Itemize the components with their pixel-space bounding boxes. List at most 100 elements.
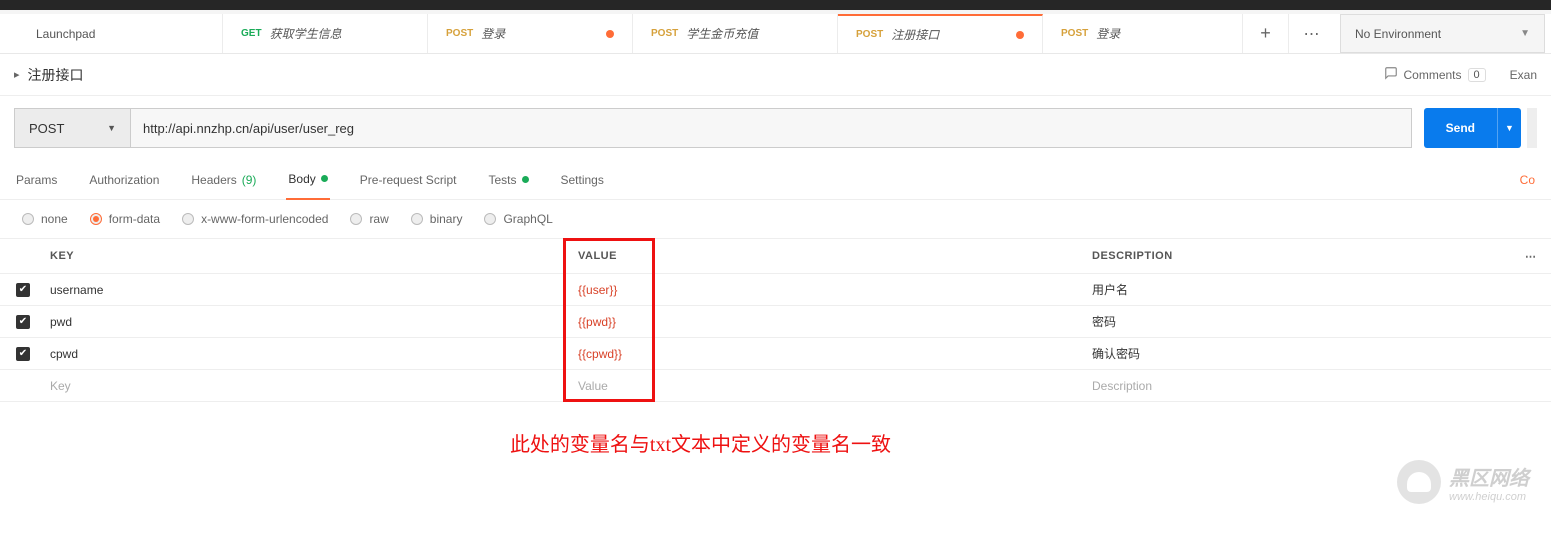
row-checkbox[interactable]: ✔ — [16, 347, 30, 361]
method-select[interactable]: POST ▼ — [14, 108, 130, 148]
radio-none[interactable]: none — [22, 212, 68, 226]
row-checkbox[interactable]: ✔ — [16, 315, 30, 329]
comments-count: 0 — [1468, 68, 1486, 82]
caret-down-icon: ▼ — [1520, 28, 1530, 39]
tab-label: 注册接口 — [891, 26, 939, 43]
value-cell[interactable]: {{cpwd}} — [568, 347, 1088, 361]
send-dropdown-button[interactable]: ▼ — [1497, 108, 1521, 148]
tab-method: POST — [856, 29, 883, 40]
url-bar: POST ▼ http://api.nnzhp.cn/api/user/user… — [0, 96, 1551, 160]
body-type-radios: none form-data x-www-form-urlencoded raw… — [0, 200, 1551, 238]
table-header-row: KEY VALUE DESCRIPTION ⋯ — [0, 238, 1551, 274]
description-cell[interactable]: 确认密码 — [1088, 345, 1511, 362]
form-data-table: KEY VALUE DESCRIPTION ⋯ ✔ username {{use… — [0, 238, 1551, 402]
description-cell[interactable]: 密码 — [1088, 313, 1511, 330]
header-key: KEY — [46, 250, 568, 262]
send-button[interactable]: Send — [1424, 108, 1497, 148]
method-value: POST — [29, 121, 64, 136]
radio-icon — [350, 213, 362, 225]
tab-post-register[interactable]: POST 注册接口 — [838, 14, 1043, 53]
subtab-prerequest[interactable]: Pre-request Script — [358, 160, 459, 200]
table-row: ✔ username {{user}} 用户名 — [0, 274, 1551, 306]
radio-icon — [90, 213, 102, 225]
radio-icon — [411, 213, 423, 225]
key-cell[interactable]: pwd — [46, 315, 568, 329]
comment-icon — [1384, 66, 1398, 83]
tab-overflow-button[interactable]: ⋯ — [1289, 14, 1335, 53]
tab-method: GET — [241, 28, 262, 39]
radio-icon — [182, 213, 194, 225]
key-cell[interactable]: username — [46, 283, 568, 297]
key-cell[interactable]: cpwd — [46, 347, 568, 361]
subtab-authorization[interactable]: Authorization — [87, 160, 161, 200]
comments-button[interactable]: Comments 0 — [1384, 66, 1486, 83]
tab-method: POST — [446, 28, 473, 39]
tests-active-dot-icon — [522, 176, 529, 183]
table-row: ✔ pwd {{pwd}} 密码 — [0, 306, 1551, 338]
radio-icon — [22, 213, 34, 225]
annotation-text: 此处的变量名与txt文本中定义的变量名一致 — [0, 428, 1551, 457]
request-tabs: Launchpad GET 获取学生信息 POST 登录 POST 学生金币充值… — [0, 14, 1551, 54]
value-cell[interactable]: {{user}} — [568, 283, 1088, 297]
tab-label: 获取学生信息 — [270, 25, 342, 42]
tab-get-students[interactable]: GET 获取学生信息 — [223, 14, 428, 53]
comments-label: Comments — [1404, 68, 1462, 82]
header-more-button[interactable]: ⋯ — [1511, 250, 1551, 263]
subtab-body[interactable]: Body — [286, 160, 329, 200]
tab-label: 学生金币充值 — [686, 25, 758, 42]
tab-method: POST — [1061, 28, 1088, 39]
url-value: http://api.nnzhp.cn/api/user/user_reg — [143, 121, 354, 136]
tab-label: 登录 — [1096, 25, 1120, 42]
tab-launchpad[interactable]: Launchpad — [18, 14, 223, 53]
watermark-url: www.heiqu.com — [1449, 491, 1529, 503]
request-titlebar: ▸ 注册接口 Comments 0 Exan — [0, 54, 1551, 96]
radio-raw[interactable]: raw — [350, 212, 388, 226]
subtab-settings[interactable]: Settings — [559, 160, 606, 200]
ellipsis-icon: ⋯ — [1304, 24, 1321, 44]
watermark-logo-icon — [1397, 460, 1441, 504]
collapse-caret-icon[interactable]: ▸ — [14, 68, 20, 81]
tab-post-coin[interactable]: POST 学生金币充值 — [633, 14, 838, 53]
unsaved-dot-icon — [606, 30, 614, 38]
value-cell[interactable]: {{pwd}} — [568, 315, 1088, 329]
titlebar-dark — [0, 0, 1551, 10]
url-input[interactable]: http://api.nnzhp.cn/api/user/user_reg — [130, 108, 1412, 148]
header-description: DESCRIPTION — [1088, 250, 1511, 262]
add-tab-button[interactable]: + — [1243, 14, 1289, 53]
key-placeholder[interactable]: Key — [46, 379, 568, 393]
examples-link[interactable]: Exan — [1510, 68, 1537, 82]
value-placeholder[interactable]: Value — [568, 379, 1088, 393]
watermark-cn: 黑区网络 — [1449, 462, 1529, 491]
table-row-placeholder: Key Value Description — [0, 370, 1551, 402]
tab-post-login-2[interactable]: POST 登录 — [1043, 14, 1243, 53]
radio-graphql[interactable]: GraphQL — [484, 212, 552, 226]
headers-count: (9) — [242, 173, 257, 187]
header-value: VALUE — [568, 250, 1088, 262]
description-placeholder[interactable]: Description — [1088, 379, 1511, 393]
tab-method: POST — [651, 28, 678, 39]
subtab-tests[interactable]: Tests — [486, 160, 530, 200]
tab-label: 登录 — [481, 25, 505, 42]
request-subtabs: Params Authorization Headers (9) Body Pr… — [0, 160, 1551, 200]
plus-icon: + — [1260, 23, 1271, 44]
environment-label: No Environment — [1355, 27, 1441, 41]
body-active-dot-icon — [321, 175, 328, 182]
tab-label: Launchpad — [36, 27, 95, 41]
radio-xwww[interactable]: x-www-form-urlencoded — [182, 212, 328, 226]
radio-form-data[interactable]: form-data — [90, 212, 160, 226]
subtab-headers[interactable]: Headers (9) — [189, 160, 258, 200]
description-cell[interactable]: 用户名 — [1088, 281, 1511, 298]
save-side — [1527, 108, 1537, 148]
unsaved-dot-icon — [1016, 31, 1024, 39]
environment-select[interactable]: No Environment ▼ — [1340, 14, 1545, 53]
watermark: 黑区网络 www.heiqu.com — [1397, 460, 1529, 504]
tab-post-login[interactable]: POST 登录 — [428, 14, 633, 53]
table-row: ✔ cpwd {{cpwd}} 确认密码 — [0, 338, 1551, 370]
cookies-link[interactable]: Co — [1518, 160, 1537, 200]
request-title: 注册接口 — [28, 65, 84, 85]
radio-icon — [484, 213, 496, 225]
row-checkbox[interactable]: ✔ — [16, 283, 30, 297]
radio-binary[interactable]: binary — [411, 212, 463, 226]
subtab-params[interactable]: Params — [14, 160, 59, 200]
caret-down-icon: ▼ — [107, 123, 116, 133]
